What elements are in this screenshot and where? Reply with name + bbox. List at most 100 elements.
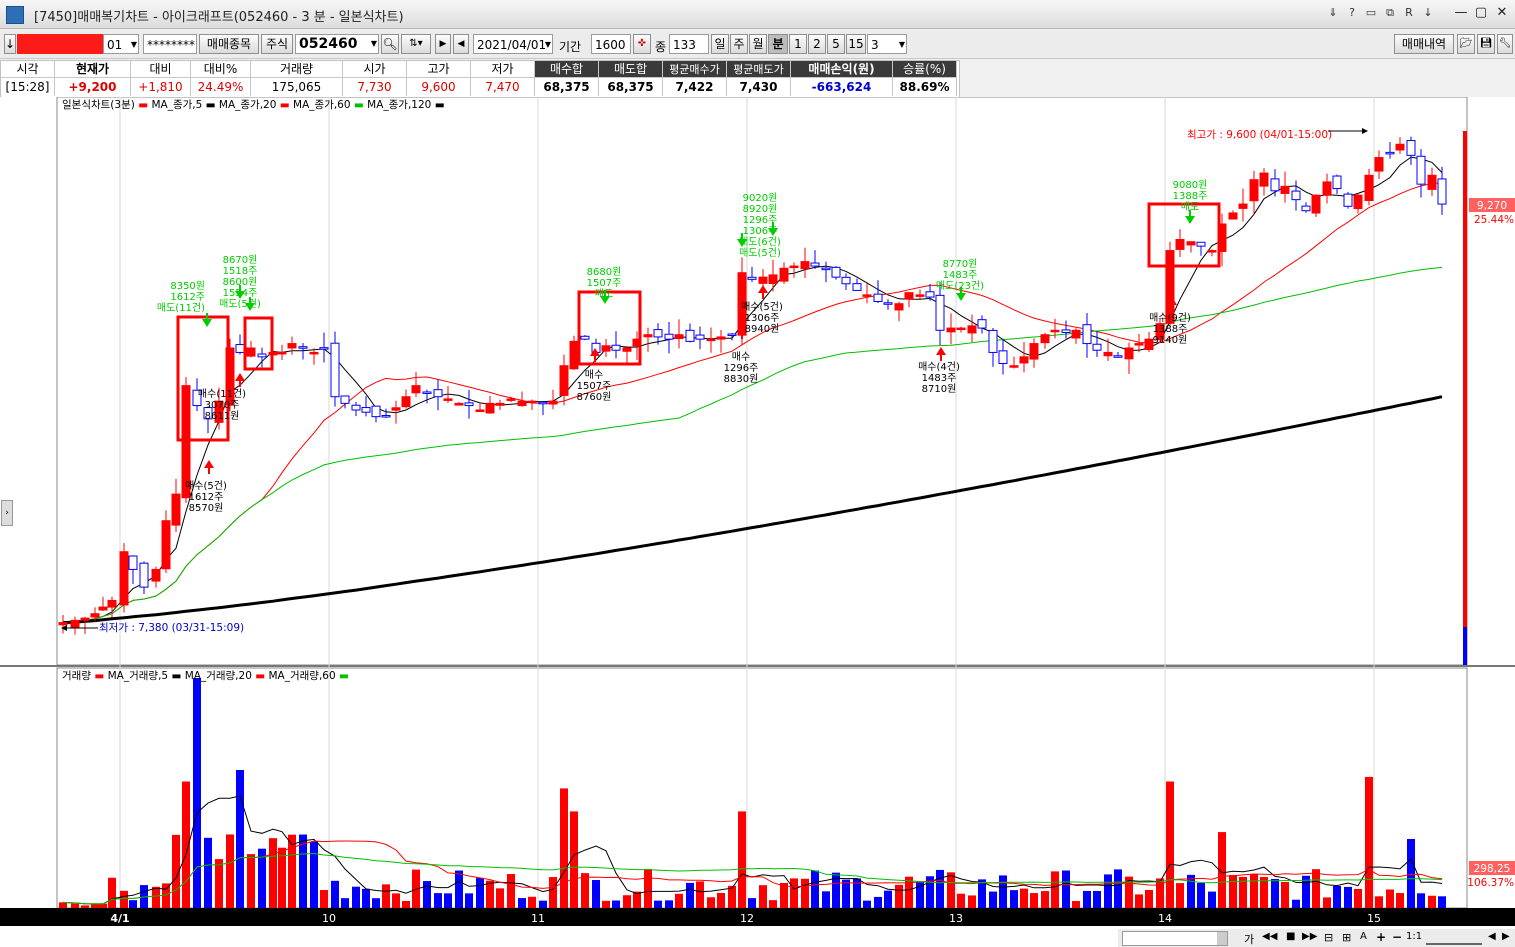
text-toggle-icon[interactable]: 가	[1244, 931, 1254, 947]
minute-select[interactable]: 3 ▼	[867, 34, 907, 54]
volume-bar	[1197, 883, 1205, 908]
minute-select-value: 3	[871, 38, 879, 52]
search-button[interactable]: 🔍︎	[381, 34, 399, 54]
candle-body	[1322, 181, 1332, 196]
sell-trade-label: 1296주	[743, 215, 778, 226]
count-label: 종	[655, 40, 667, 54]
app-icon	[6, 6, 24, 24]
timeframe-day[interactable]: 일	[711, 34, 729, 54]
download-icon[interactable]: ⇓	[1326, 6, 1340, 20]
sell-trade-label: 8350원	[170, 280, 205, 292]
volume-bar	[382, 884, 390, 908]
direction-button[interactable]: ↓	[4, 34, 16, 54]
zoom-slider[interactable]	[1426, 932, 1482, 945]
legend-ma120-marker: ▬	[353, 99, 364, 111]
volume-bar	[790, 878, 798, 908]
volume-bar	[707, 897, 715, 908]
trade-history-button[interactable]: 매매내역	[1394, 34, 1454, 54]
font-size-icon[interactable]: A	[1360, 931, 1367, 942]
sort-button[interactable]: ⇅▾	[401, 34, 431, 54]
minute-15[interactable]: 15	[846, 34, 866, 54]
minimize-button[interactable]: —	[1452, 4, 1470, 22]
candle-body	[883, 302, 893, 305]
zoom-out-icon[interactable]: ⊟	[1324, 931, 1333, 944]
value-sell-sum: 68,375	[599, 78, 663, 96]
panel-toggle-tab[interactable]: ›	[1, 500, 13, 526]
volume-bar	[1365, 776, 1373, 908]
timeframe-minute[interactable]: 분	[768, 34, 788, 54]
save-button[interactable]: 💾︎	[1477, 34, 1495, 54]
candle-body	[643, 334, 653, 338]
volume-bar	[299, 834, 307, 908]
candle-body	[371, 405, 381, 418]
zoom-in-icon[interactable]: ⊞	[1342, 931, 1351, 944]
header-open: 시가	[343, 61, 407, 78]
legend-ma5: MA_종가,5	[151, 99, 203, 111]
minute-5[interactable]: 5	[827, 34, 845, 54]
chart-area[interactable]: 4/1 10 11 12 13 14 15 9,270 25.44% 298,25 106.…	[0, 97, 1515, 947]
password-field[interactable]: ********	[143, 34, 197, 54]
chart-canvas[interactable]: 4/1 10 11 12 13 14 15 9,270 25.44% 298,25 106.…	[0, 97, 1515, 947]
timeframe-week[interactable]: 주	[730, 34, 748, 54]
volume-bar	[1020, 888, 1028, 908]
next-button[interactable]: ▶	[435, 34, 451, 54]
plus-icon[interactable]: +	[1376, 930, 1386, 944]
open-button[interactable]: 📂︎	[1457, 34, 1475, 54]
account-number-redacted[interactable]	[17, 34, 103, 54]
count-input[interactable]: 133	[669, 34, 709, 54]
minute-2[interactable]: 2	[808, 34, 826, 54]
volume-bar	[968, 895, 976, 908]
volume-bar	[423, 881, 431, 908]
value-change: +1,810	[131, 78, 191, 96]
minute-1[interactable]: 1	[789, 34, 807, 54]
volume-bar	[884, 890, 892, 908]
stop-icon[interactable]: ■	[1286, 931, 1295, 942]
close-button[interactable]: ✕	[1493, 4, 1511, 22]
crosshair-button[interactable]: ✜	[633, 34, 651, 54]
fast-forward-icon[interactable]: ▶▶	[1302, 931, 1317, 942]
volume-bar	[528, 896, 536, 908]
scroll-thumb[interactable]	[1217, 932, 1227, 945]
sell-trade-label: 8670원	[223, 254, 258, 266]
settings-button[interactable]: 🔧︎	[1497, 34, 1513, 54]
copy-icon[interactable]: ⧉	[1383, 6, 1397, 20]
maximize-button[interactable]: ▢	[1472, 4, 1490, 22]
candle-body	[1040, 334, 1050, 344]
asset-type-button[interactable]: 주식	[261, 34, 293, 54]
candle-body	[1374, 157, 1384, 172]
value-change-pct: 24.49%	[191, 78, 251, 96]
candle-body	[506, 398, 516, 401]
layout-icon[interactable]: ▭	[1364, 6, 1378, 20]
rewind-icon[interactable]: ◀◀	[1262, 931, 1277, 942]
scroll-right-icon[interactable]: ▶	[1502, 931, 1510, 942]
volume-bar	[675, 893, 683, 908]
volume-bar	[476, 877, 484, 908]
candle-body	[1416, 155, 1426, 185]
timeframe-month[interactable]: 월	[749, 34, 767, 54]
date-input[interactable]: 2021/04/01 ▼	[473, 34, 553, 54]
candle-body	[287, 343, 297, 349]
candle-body	[1092, 343, 1102, 351]
help-icon[interactable]: ?	[1345, 6, 1359, 20]
volume-bar	[320, 889, 328, 908]
candle-body	[495, 402, 505, 406]
period-input[interactable]: 1600	[591, 34, 631, 54]
scroll-track[interactable]	[1122, 931, 1228, 946]
account-suffix-select[interactable]: 01 ▼	[103, 34, 139, 54]
x-tick-label: 4/1	[110, 912, 129, 925]
x-tick-label: 11	[531, 912, 545, 925]
candle-body	[946, 327, 956, 333]
candle-body	[1280, 185, 1290, 194]
ratio-icon[interactable]: 1:1	[1406, 931, 1422, 942]
stock-code-input[interactable]: 052460 ▼	[295, 34, 379, 54]
refresh-icon[interactable]: R	[1402, 6, 1416, 20]
arrow-down-icon[interactable]: ↓	[1421, 6, 1435, 20]
scroll-left-icon[interactable]: ◀	[1488, 931, 1496, 942]
minus-icon[interactable]: −	[1392, 930, 1402, 944]
volume-bar	[372, 898, 380, 908]
prev-button[interactable]: ◀	[453, 34, 469, 54]
volume-bar	[392, 893, 400, 908]
header-change: 대비	[131, 61, 191, 78]
volume-bar	[947, 872, 955, 908]
trade-items-button[interactable]: 매매종목	[199, 34, 259, 54]
